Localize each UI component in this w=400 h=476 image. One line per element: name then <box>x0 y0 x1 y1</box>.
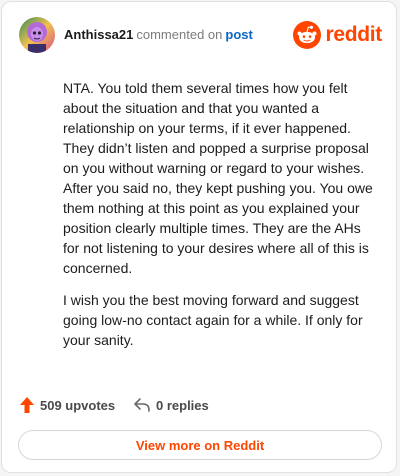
reddit-wordmark: reddit <box>325 23 382 46</box>
upvotes-count: 509 upvotes <box>40 397 116 413</box>
comment-paragraph: NTA. You told them several times how you… <box>63 80 373 276</box>
comment-header: Anthissa21 commented on post reddit <box>19 17 382 53</box>
reply-arrow-icon <box>134 398 150 412</box>
commented-on-text: commented on <box>136 27 223 42</box>
upvote-button[interactable]: 509 upvotes <box>19 394 115 416</box>
comment-card: Anthissa21 commented on post reddit NTA. Y… <box>1 1 397 473</box>
avatar[interactable] <box>19 17 55 53</box>
replies-count: 0 replies <box>156 397 209 413</box>
username[interactable]: Anthissa21 <box>64 27 133 42</box>
replies-button[interactable]: 0 replies <box>133 394 209 416</box>
view-more-button[interactable]: View more on Reddit <box>18 430 382 460</box>
post-link[interactable]: post <box>225 27 252 42</box>
reddit-snoo-icon <box>293 21 322 49</box>
comment-body: NTA. You told them several times how you… <box>63 78 380 362</box>
comment-paragraph: I wish you the best moving forward and s… <box>63 292 363 348</box>
upvote-arrow-icon <box>20 397 34 413</box>
reddit-logo[interactable]: reddit <box>293 20 382 50</box>
byline: Anthissa21 commented on post <box>64 27 253 43</box>
comment-footer: 509 upvotes 0 replies <box>19 394 379 416</box>
